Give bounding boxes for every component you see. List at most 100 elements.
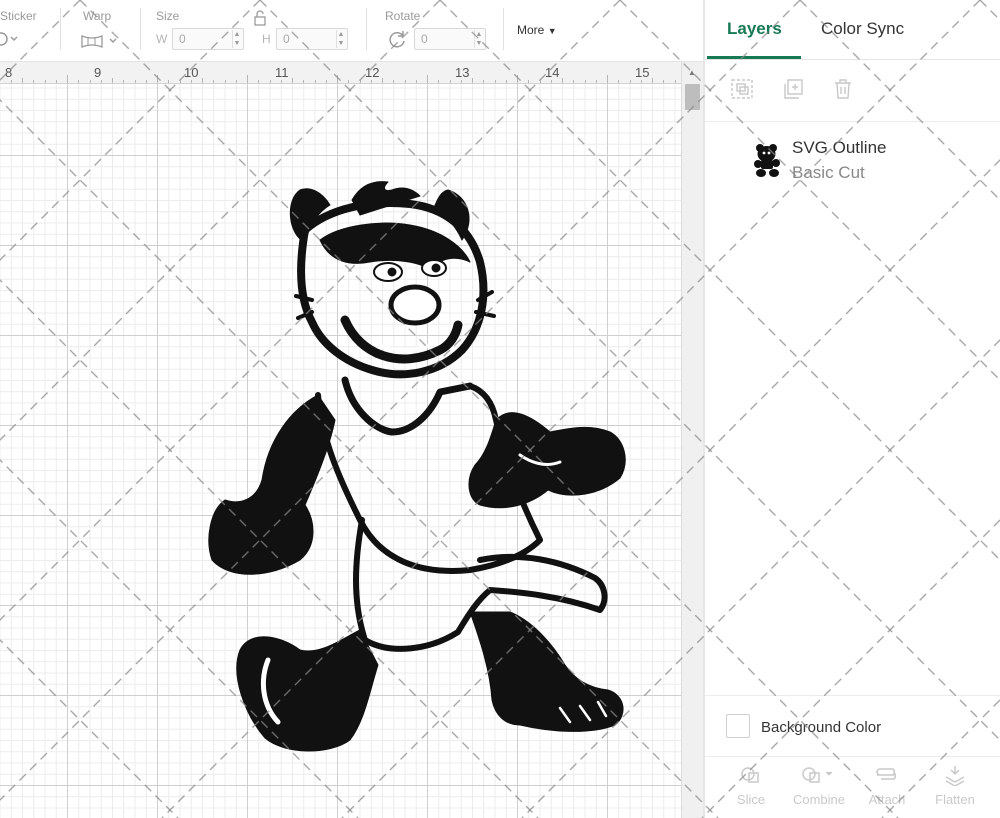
height-letter: H — [262, 32, 271, 46]
ruler-tick — [190, 80, 192, 83]
ruler-tick — [292, 78, 293, 83]
icons-border — [705, 121, 1000, 122]
ruler-tick — [382, 78, 383, 83]
tab-layers[interactable]: Layers — [727, 19, 782, 39]
ruler-tick — [168, 80, 170, 83]
ruler-tick — [55, 80, 57, 83]
mascot-design[interactable] — [0, 84, 681, 818]
background-color-swatch[interactable] — [726, 714, 750, 738]
ruler-tick — [427, 75, 428, 83]
layers-panel: Layers Color Sync SVG Outline Basic Cut … — [705, 0, 1000, 818]
ruler-tick — [33, 80, 35, 83]
ruler-number: 15 — [635, 65, 650, 80]
ruler-tick — [67, 75, 68, 83]
ruler-tick — [258, 80, 260, 83]
ruler-tick — [78, 80, 80, 83]
ruler-tick — [280, 80, 282, 83]
ruler-tick — [629, 80, 631, 83]
scroll-thumb[interactable] — [685, 84, 700, 110]
ruler-tick — [22, 78, 23, 83]
rotate-icon[interactable] — [386, 28, 408, 55]
ruler-tick — [269, 80, 271, 83]
width-value: 0 — [179, 32, 186, 46]
toolbar-divider — [140, 8, 141, 50]
width-stepper[interactable]: ▲ ▼ — [232, 30, 241, 48]
rotate-input[interactable]: 0 ▲ ▼ — [414, 28, 486, 50]
ruler-tick — [652, 78, 653, 83]
attach-button[interactable]: Attach — [857, 764, 917, 807]
ruler-tick — [607, 75, 608, 83]
horizontal-ruler: 8 9 10 11 12 13 14 15 — [0, 62, 681, 84]
rotate-value: 0 — [421, 32, 428, 46]
vertical-scrollbar[interactable]: ▲ — [681, 62, 703, 818]
sticker-label: Sticker — [0, 9, 37, 23]
ruler-tick — [10, 80, 12, 83]
height-stepper[interactable]: ▲ ▼ — [336, 30, 345, 48]
ruler-tick — [247, 75, 248, 83]
height-input[interactable]: 0 ▲ ▼ — [276, 28, 348, 50]
ruler-tick — [393, 80, 395, 83]
ruler-tick — [573, 80, 575, 83]
ruler-tick — [112, 78, 113, 83]
scroll-up-icon[interactable]: ▲ — [688, 68, 696, 77]
ruler-tick — [359, 80, 361, 83]
flatten-label: Flatten — [935, 792, 975, 807]
rotate-stepper[interactable]: ▲ ▼ — [474, 30, 483, 48]
top-toolbar: Sticker Warp Size W 0 ▲▼ H 0 ▲▼ Rotate — [0, 0, 705, 62]
sticker-group: Sticker — [0, 0, 60, 62]
group-icon[interactable] — [730, 78, 754, 105]
more-button[interactable]: More ▼ — [517, 23, 557, 37]
ruler-tick — [224, 80, 226, 83]
slice-icon — [741, 767, 759, 783]
warp-group: Warp — [70, 0, 140, 62]
ruler-tick — [562, 78, 563, 83]
ruler-number: 14 — [545, 65, 560, 80]
layer-item[interactable]: SVG Outline Basic Cut — [705, 130, 1000, 190]
ruler-tick — [494, 80, 496, 83]
ruler-tick — [145, 80, 147, 83]
ruler-tick — [663, 80, 665, 83]
sticker-icon[interactable] — [0, 30, 22, 53]
rotate-group: Rotate 0 ▲ ▼ — [380, 0, 500, 62]
design-canvas[interactable] — [0, 84, 681, 818]
ruler-tick — [100, 80, 102, 83]
actions-border — [705, 756, 1000, 757]
duplicate-icon[interactable] — [782, 78, 806, 105]
combine-button[interactable]: Combine — [789, 764, 849, 807]
combine-icon — [802, 767, 833, 783]
ruler-number: 11 — [275, 65, 289, 80]
ruler-tick — [674, 80, 676, 83]
width-letter: W — [156, 32, 168, 46]
ruler-tick — [483, 80, 485, 83]
width-input[interactable]: 0 ▲ ▼ — [172, 28, 244, 50]
attach-label: Attach — [868, 792, 906, 807]
slice-label: Slice — [736, 792, 766, 807]
ruler-tick — [370, 80, 372, 83]
trash-icon[interactable] — [832, 78, 854, 105]
ruler-tick — [303, 80, 305, 83]
ruler-number: 10 — [184, 65, 199, 80]
ruler-tick — [202, 78, 203, 83]
ruler-tick — [123, 80, 125, 83]
ruler-tick — [539, 80, 541, 83]
warp-icon[interactable] — [80, 32, 122, 55]
ruler-tick — [325, 80, 327, 83]
flatten-icon — [945, 766, 965, 786]
layer-name: SVG Outline — [792, 138, 887, 157]
toolbar-divider — [60, 8, 61, 50]
ruler-tick — [314, 80, 316, 83]
ruler-tick — [472, 78, 473, 83]
ruler-tick — [528, 80, 530, 83]
background-color-label: Background Color — [761, 719, 882, 736]
flatten-button[interactable]: Flatten — [925, 764, 985, 807]
lock-icon[interactable] — [253, 10, 267, 31]
ruler-tick — [179, 80, 181, 83]
ruler-tick — [550, 80, 552, 83]
tab-color-sync[interactable]: Color Sync — [821, 19, 904, 39]
layer-thumbnail-icon — [753, 142, 781, 183]
caret-down-icon: ▼ — [547, 26, 557, 36]
size-group: Size W 0 ▲ ▼ H 0 ▲ ▼ — [150, 0, 360, 62]
toolbar-divider — [503, 8, 504, 50]
slice-button[interactable]: Slice — [721, 764, 781, 807]
ruler-number: 12 — [365, 65, 380, 80]
